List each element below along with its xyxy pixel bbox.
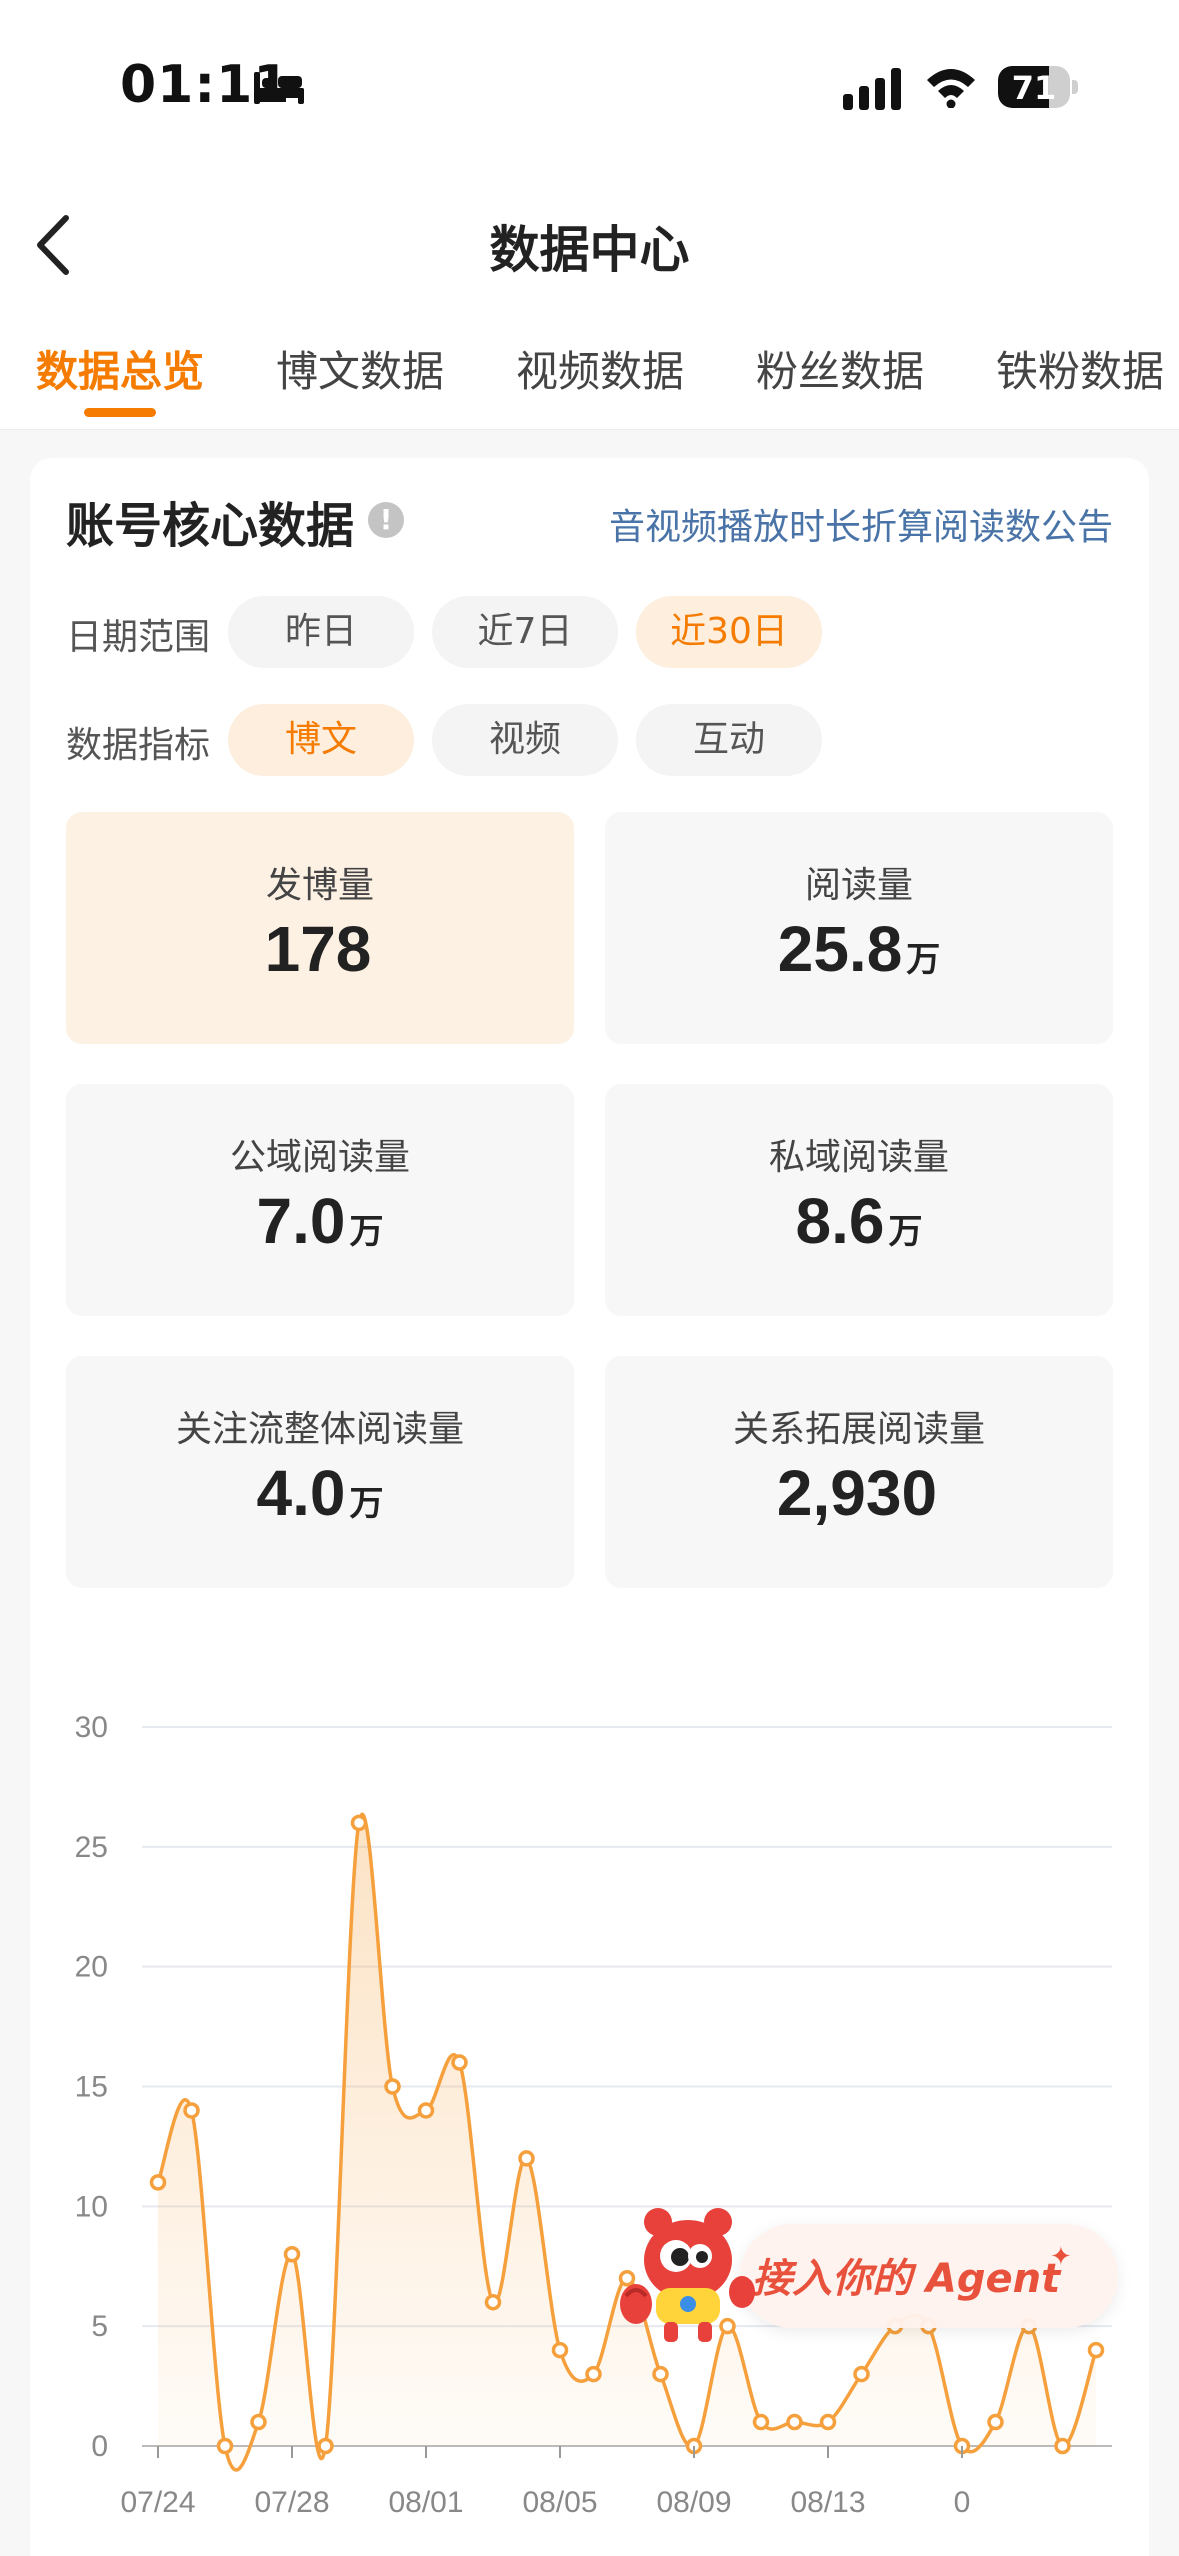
tab-post-data[interactable]: 博文数据 <box>276 338 444 399</box>
page-title: 数据中心 <box>489 221 690 279</box>
info-icon[interactable]: ! <box>368 502 404 538</box>
tab-video-data[interactable]: 视频数据 <box>516 338 684 399</box>
stat-unit: 万 <box>349 1484 384 1524</box>
stat-card-posts[interactable]: 发博量 178 <box>66 812 574 1044</box>
sleep-focus-icon <box>254 72 304 104</box>
stat-label: 阅读量 <box>804 865 913 906</box>
metric-label: 数据指标 <box>66 725 211 766</box>
status-bar: 01:11 71 <box>0 0 1179 170</box>
stat-value: 178 <box>264 913 372 985</box>
date-range-label: 日期范围 <box>66 617 211 658</box>
stat-label: 公域阅读量 <box>229 1137 410 1178</box>
tab-iron-fans-data[interactable]: 铁粉数据 <box>996 338 1164 399</box>
metric-chip-interaction[interactable]: 互动 <box>636 704 822 776</box>
battery-level: 71 <box>1011 69 1057 107</box>
stat-value: 4.0 <box>256 1457 346 1529</box>
metric-chip-posts[interactable]: 博文 <box>228 704 414 776</box>
section-title: 账号核心数据 <box>66 498 355 554</box>
stat-value: 8.6 <box>795 1185 885 1257</box>
tab-bar: 数据总览 博文数据 视频数据 粉丝数据 铁粉数据 <box>0 320 1179 430</box>
notice-link[interactable]: 音视频播放时长折算阅读数公告 <box>609 498 1113 550</box>
sparkle-icon: ✦ <box>1050 2242 1072 2272</box>
agent-banner[interactable]: 接入你的 Agent ✦ <box>740 2224 1118 2328</box>
stat-card-private-reads[interactable]: 私域阅读量 8.6 万 <box>605 1084 1113 1316</box>
stat-unit: 万 <box>906 940 941 980</box>
stat-unit: 万 <box>888 1212 923 1252</box>
stat-card-relation-reads[interactable]: 关系拓展阅读量 2,930 <box>605 1356 1113 1588</box>
tab-overview[interactable]: 数据总览 <box>36 338 204 399</box>
wifi-icon <box>927 69 975 108</box>
metric-chip-video[interactable]: 视频 <box>432 704 618 776</box>
stat-value: 25.8 <box>777 913 903 985</box>
date-chip-yesterday[interactable]: 昨日 <box>228 596 414 668</box>
stat-label: 发博量 <box>265 865 374 906</box>
tab-fans-data[interactable]: 粉丝数据 <box>756 338 924 399</box>
stat-card-reads[interactable]: 阅读量 25.8 万 <box>605 812 1113 1044</box>
stat-label: 关系拓展阅读量 <box>732 1409 985 1450</box>
date-chip-7days[interactable]: 近7日 <box>432 596 618 668</box>
stat-card-public-reads[interactable]: 公域阅读量 7.0 万 <box>66 1084 574 1316</box>
active-tab-indicator <box>84 408 156 417</box>
stat-card-follow-feed-reads[interactable]: 关注流整体阅读量 4.0 万 <box>66 1356 574 1588</box>
stat-label: 私域阅读量 <box>768 1137 949 1178</box>
stat-value: 2,930 <box>776 1457 938 1529</box>
agent-banner-text: 接入你的 Agent <box>752 2256 1061 2302</box>
date-chip-30days[interactable]: 近30日 <box>636 596 822 668</box>
cellular-signal-icon <box>843 68 901 110</box>
nav-header: 数据中心 <box>0 170 1179 320</box>
battery-icon: 71 <box>998 66 1078 108</box>
stat-unit: 万 <box>349 1212 384 1252</box>
stat-label: 关注流整体阅读量 <box>175 1409 464 1450</box>
stat-value: 7.0 <box>256 1185 346 1257</box>
mascot-icon[interactable] <box>618 2200 758 2348</box>
